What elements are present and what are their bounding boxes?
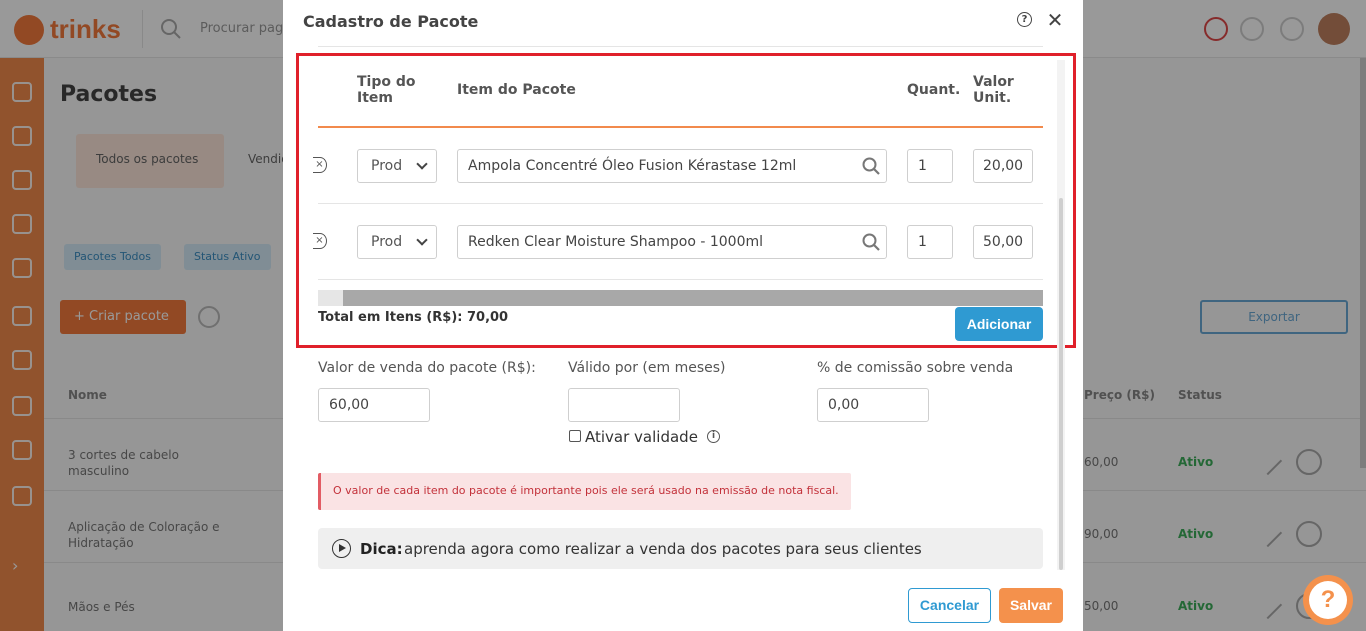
commission-label: % de comissão sobre venda (817, 360, 1014, 376)
info-icon[interactable]: i (707, 430, 720, 443)
sale-value-input[interactable]: 60,00 (318, 388, 430, 422)
divider (318, 46, 1043, 47)
fiscal-alert: O valor de cada item do pacote é importa… (318, 473, 851, 510)
sale-value-label: Valor de venda do pacote (R$): (318, 360, 536, 376)
help-chat-button[interactable]: ? (1303, 575, 1353, 625)
validity-label: Válido por (em meses) (568, 360, 726, 376)
cancel-button[interactable]: Cancelar (908, 588, 991, 623)
modal-title: Cadastro de Pacote (303, 12, 479, 31)
highlight-frame (296, 53, 1076, 348)
tip-label: Dica: (360, 540, 403, 558)
tip-text[interactable]: aprenda agora como realizar a venda dos … (404, 540, 922, 558)
help-icon[interactable]: ? (1017, 12, 1032, 27)
save-button[interactable]: Salvar (999, 588, 1063, 623)
activate-validity-label[interactable]: Ativar validade (585, 428, 698, 446)
validity-input[interactable] (568, 388, 680, 422)
commission-input[interactable]: 0,00 (817, 388, 929, 422)
close-icon[interactable]: ✕ (1045, 9, 1065, 31)
activate-validity-checkbox[interactable] (569, 430, 581, 442)
modal-scrollbar-thumb[interactable] (1059, 198, 1063, 570)
package-modal: Cadastro de Pacote ? ✕ Tipo do Item Item… (283, 0, 1083, 631)
play-icon[interactable] (332, 539, 351, 558)
tip-banner[interactable]: Dica: aprenda agora como realizar a vend… (318, 528, 1043, 569)
question-icon: ? (1309, 581, 1347, 619)
alert-text: O valor de cada item do pacote é importa… (333, 484, 839, 497)
